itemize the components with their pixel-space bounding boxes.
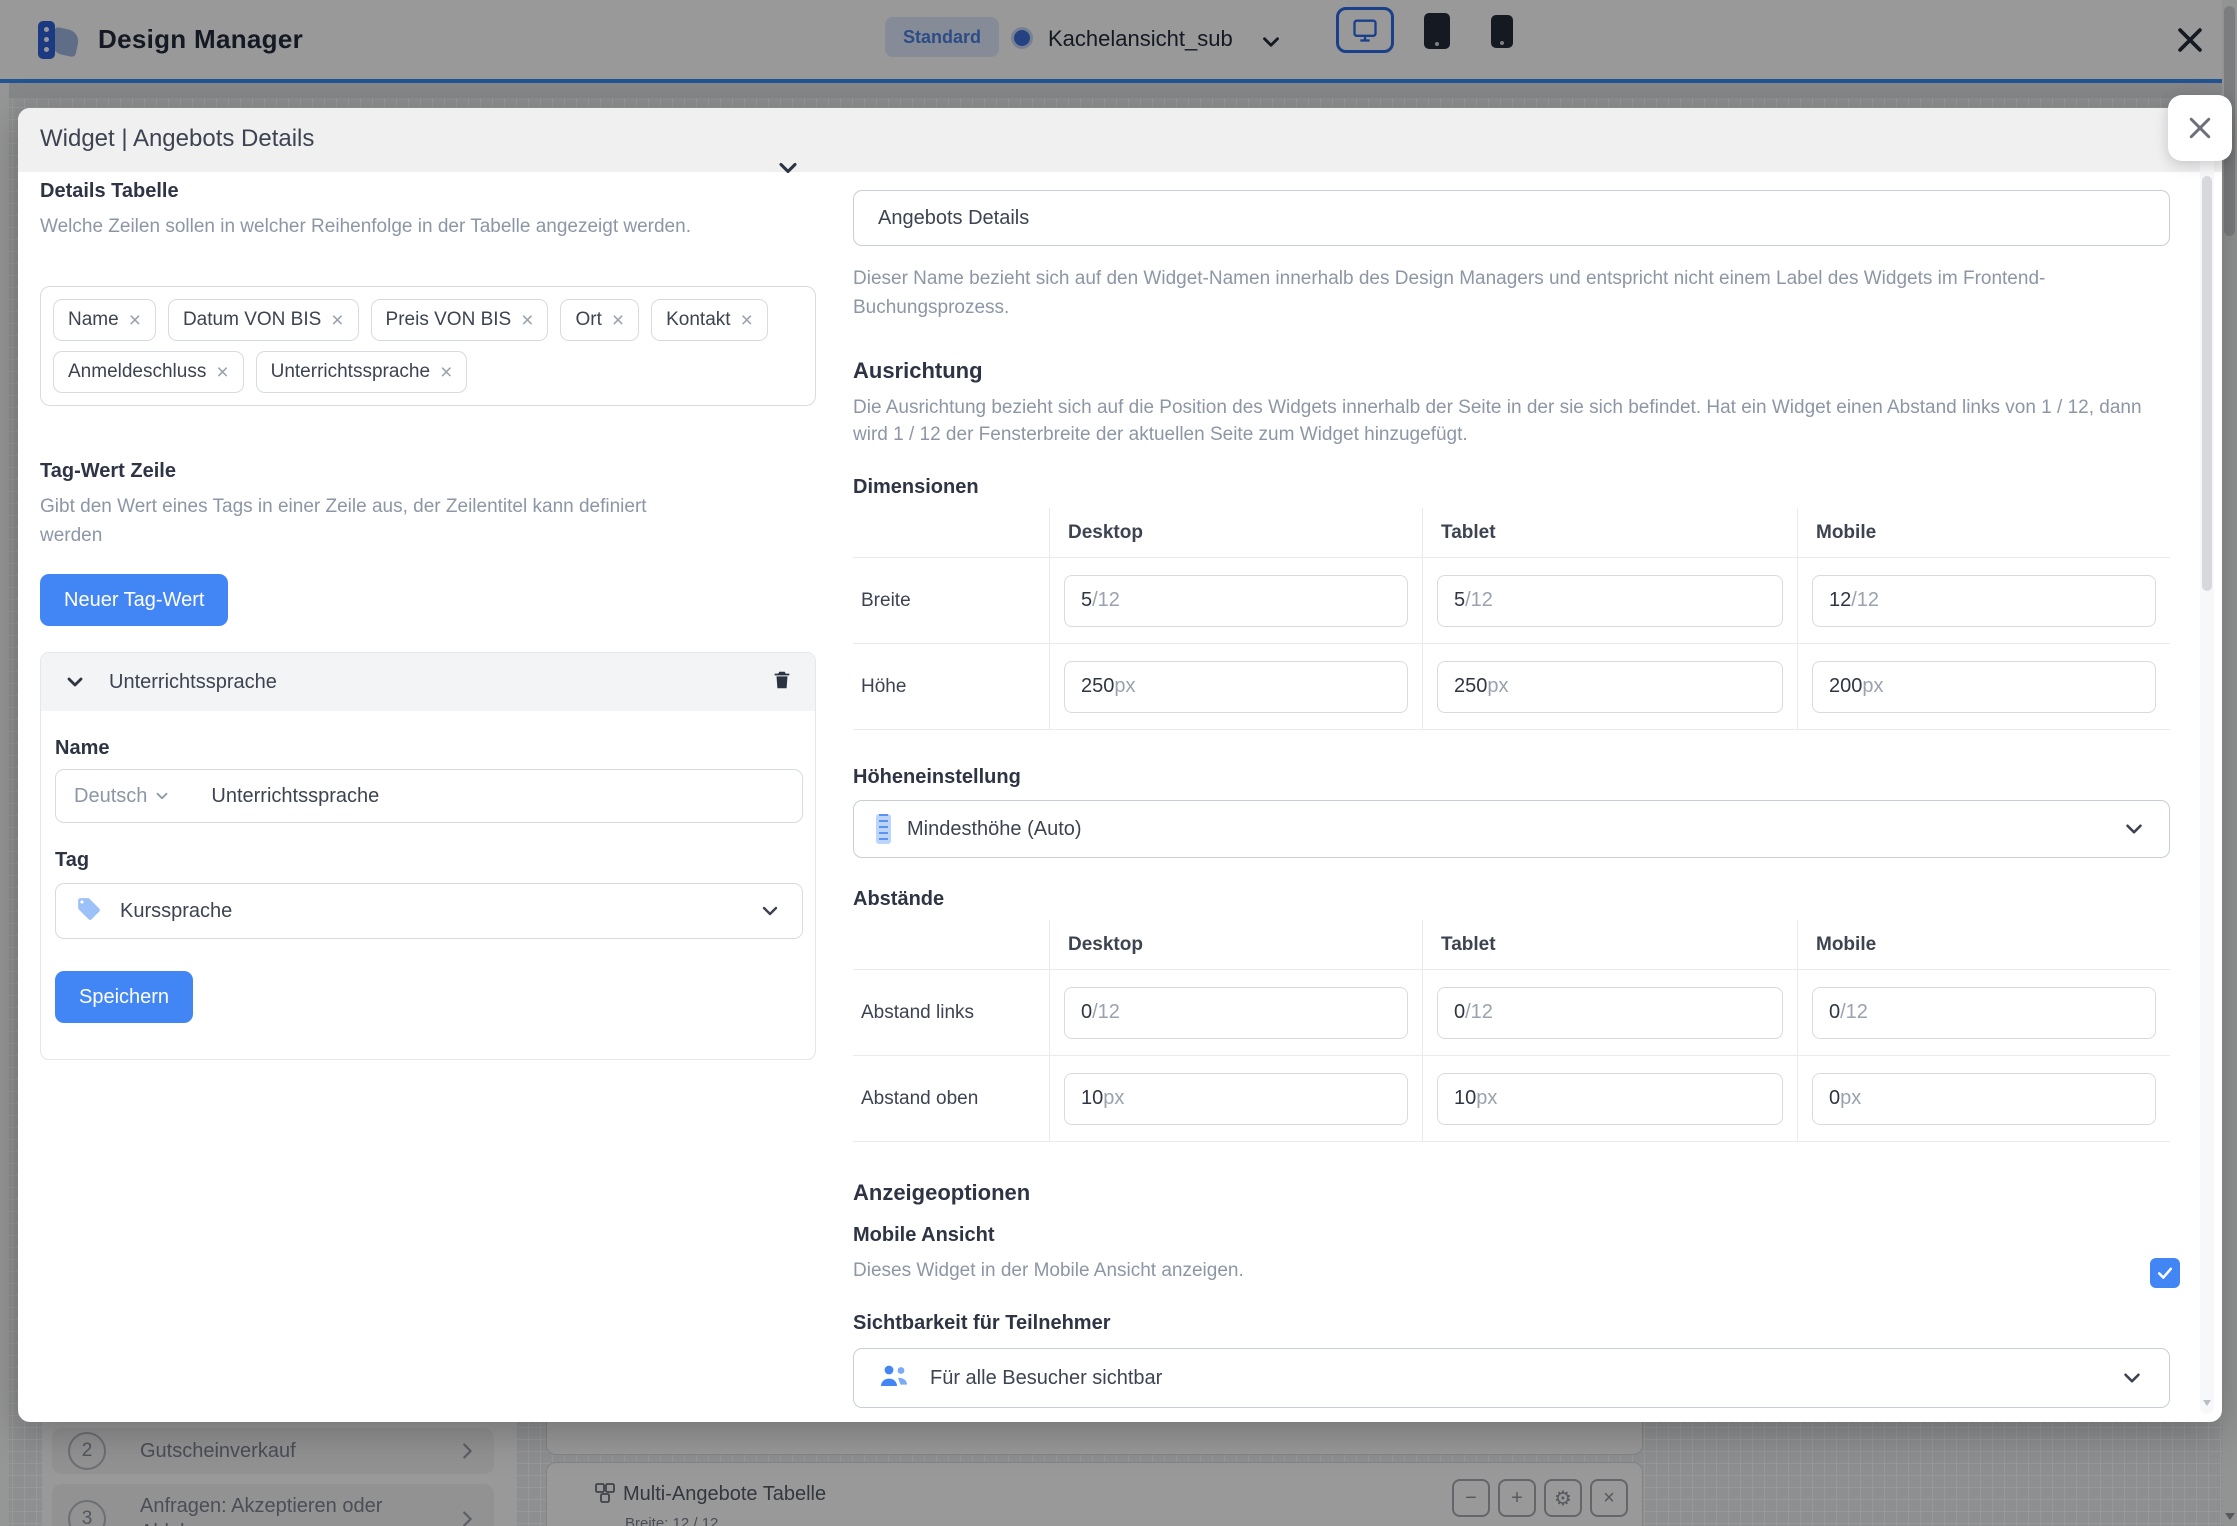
hoehe-tablet-input[interactable]: 250px — [1437, 661, 1783, 713]
details-tabelle-heading: Details Tabelle — [40, 180, 179, 203]
users-icon — [878, 1362, 910, 1395]
column-header-desktop: Desktop — [1049, 508, 1422, 558]
anzeigeoptionen-heading: Anzeigeoptionen — [853, 1180, 1030, 1206]
dimensionen-heading: Dimensionen — [853, 476, 979, 499]
hoeheneinstellung-value: Mindesthöhe (Auto) — [907, 818, 2105, 841]
chip-remove-icon[interactable]: × — [741, 310, 753, 331]
breite-desktop-input[interactable]: 5/12 — [1064, 575, 1408, 627]
dimensionen-table: Desktop Tablet Mobile Breite 5/12 5/12 1… — [853, 508, 2170, 730]
name-input[interactable]: Deutsch Unterrichtssprache — [55, 769, 803, 823]
ausrichtung-heading: Ausrichtung — [853, 358, 983, 384]
chip-remove-icon[interactable]: × — [521, 310, 533, 331]
widget-settings-modal: Widget | Angebots Details Details Tabell… — [18, 108, 2222, 1422]
chip[interactable]: Anmeldeschluss× — [53, 351, 244, 393]
modal-scrollbar-thumb[interactable] — [2202, 176, 2212, 591]
tag-label: Tag — [55, 849, 89, 872]
hoeheneinstellung-select[interactable]: Mindesthöhe (Auto) — [853, 800, 2170, 858]
chip-remove-icon[interactable]: × — [440, 362, 452, 383]
row-label: Abstand oben — [853, 1056, 1049, 1142]
panel-header[interactable]: Unterrichtssprache — [41, 653, 815, 711]
abstaende-table: Desktop Tablet Mobile Abstand links 0/12… — [853, 920, 2170, 1142]
height-ruler-icon — [876, 814, 891, 844]
chip[interactable]: Datum VON BIS× — [168, 299, 359, 341]
mobile-ansicht-description: Dieses Widget in der Mobile Ansicht anze… — [853, 1256, 2053, 1285]
modal-close-button[interactable] — [2168, 95, 2232, 161]
name-label: Name — [55, 737, 109, 760]
abstand-links-mobile-input[interactable]: 0/12 — [1812, 987, 2156, 1039]
name-value[interactable]: Unterrichtssprache — [211, 785, 379, 808]
abstand-links-tablet-input[interactable]: 0/12 — [1437, 987, 1783, 1039]
chevron-down-icon[interactable] — [2119, 1365, 2145, 1391]
sichtbarkeit-value: Für alle Besucher sichtbar — [930, 1367, 2099, 1390]
mobile-ansicht-label: Mobile Ansicht — [853, 1224, 994, 1247]
column-header-tablet: Tablet — [1422, 508, 1797, 558]
chip[interactable]: Ort× — [560, 299, 639, 341]
row-label: Abstand links — [853, 970, 1049, 1056]
tag-select[interactable]: Kurssprache — [55, 883, 803, 939]
chevron-down-icon[interactable] — [758, 899, 782, 923]
abstand-oben-desktop-input[interactable]: 10px — [1064, 1073, 1408, 1125]
tag-wert-heading: Tag-Wert Zeile — [40, 460, 176, 483]
language-selector[interactable]: Deutsch — [74, 785, 171, 808]
chip-remove-icon[interactable]: × — [331, 310, 343, 331]
chips-expand-chevron-icon[interactable] — [774, 154, 802, 182]
sichtbarkeit-label: Sichtbarkeit für Teilnehmer — [853, 1312, 1110, 1335]
trash-icon[interactable] — [771, 668, 793, 697]
tag-wert-description: Gibt den Wert eines Tags in einer Zeile … — [40, 492, 700, 550]
sichtbarkeit-select[interactable]: Für alle Besucher sichtbar — [853, 1348, 2170, 1408]
widget-name-hint: Dieser Name bezieht sich auf den Widget-… — [853, 264, 2093, 322]
save-button[interactable]: Speichern — [55, 971, 193, 1023]
breite-mobile-input[interactable]: 12/12 — [1812, 575, 2156, 627]
chip[interactable]: Preis VON BIS× — [371, 299, 549, 341]
breite-tablet-input[interactable]: 5/12 — [1437, 575, 1783, 627]
hoehe-mobile-input[interactable]: 200px — [1812, 661, 2156, 713]
details-tabelle-description: Welche Zeilen sollen in welcher Reihenfo… — [40, 212, 700, 241]
column-header-mobile: Mobile — [1797, 508, 2170, 558]
tag-icon — [76, 896, 102, 927]
abstaende-heading: Abstände — [853, 888, 944, 911]
chip-remove-icon[interactable]: × — [612, 310, 624, 331]
row-label: Breite — [853, 558, 1049, 644]
hoehe-desktop-input[interactable]: 250px — [1064, 661, 1408, 713]
widget-name-input[interactable]: Angebots Details — [853, 190, 2170, 246]
design-manager-screen: Design Manager Standard Kachelansicht_su… — [0, 0, 2237, 1526]
modal-left-column: Details Tabelle Welche Zeilen sollen in … — [40, 108, 816, 1422]
chip[interactable]: Unterrichtssprache× — [256, 351, 468, 393]
row-label: Höhe — [853, 644, 1049, 730]
panel-collapse-chevron-icon[interactable] — [63, 670, 87, 694]
chip-remove-icon[interactable]: × — [129, 310, 141, 331]
chip[interactable]: Name× — [53, 299, 156, 341]
hoeheneinstellung-label: Höheneinstellung — [853, 766, 1021, 789]
abstand-oben-mobile-input[interactable]: 0px — [1812, 1073, 2156, 1125]
modal-right-column: Angebots Details Dieser Name bezieht sic… — [853, 108, 2170, 1422]
column-header-mobile: Mobile — [1797, 920, 2170, 970]
tag-wert-panel: Unterrichtssprache Name Deutsch Unterric… — [40, 652, 816, 1060]
chip-remove-icon[interactable]: × — [216, 362, 228, 383]
column-header-tablet: Tablet — [1422, 920, 1797, 970]
abstand-links-desktop-input[interactable]: 0/12 — [1064, 987, 1408, 1039]
mobile-ansicht-checkbox[interactable] — [2150, 1258, 2180, 1288]
new-tag-wert-button[interactable]: Neuer Tag-Wert — [40, 574, 228, 626]
chevron-down-icon[interactable] — [2121, 816, 2147, 842]
column-header-desktop: Desktop — [1049, 920, 1422, 970]
row-chips-container[interactable]: Name× Datum VON BIS× Preis VON BIS× Ort×… — [40, 286, 816, 406]
tag-select-value: Kurssprache — [120, 900, 740, 923]
abstand-oben-tablet-input[interactable]: 10px — [1437, 1073, 1783, 1125]
scroll-down-arrow-icon[interactable] — [2203, 1400, 2211, 1406]
ausrichtung-description: Die Ausrichtung bezieht sich auf die Pos… — [853, 394, 2170, 448]
chip[interactable]: Kontakt× — [651, 299, 768, 341]
panel-title: Unterrichtssprache — [109, 671, 749, 694]
modal-scrollbar[interactable] — [2200, 114, 2214, 1414]
